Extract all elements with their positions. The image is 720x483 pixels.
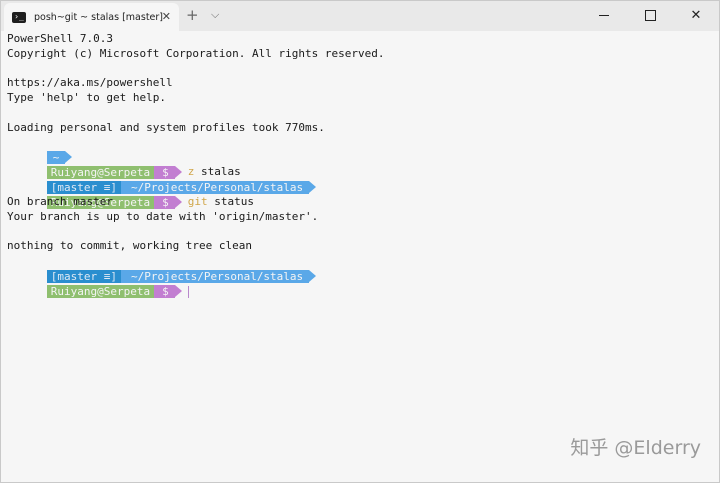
tab-posh-git[interactable]: ›_ posh~git ~ stalas [master] ✕ [4, 3, 179, 31]
user-host-segment: Ruiyang@Serpeta [46, 284, 155, 298]
title-bar: ›_ posh~git ~ stalas [master] ✕ + ⌵ ✕ [1, 1, 719, 31]
powerline-arrow [174, 284, 182, 297]
banner-line: Loading personal and system profiles too… [7, 120, 325, 134]
minimize-icon [599, 14, 609, 16]
output-line: Your branch is up to date with 'origin/m… [7, 209, 319, 223]
banner-line: PowerShell 7.0.3 [7, 32, 113, 45]
close-window-button[interactable]: ✕ [673, 1, 719, 29]
output-line: On branch master [7, 194, 113, 208]
powershell-icon: ›_ [12, 11, 26, 23]
prompt-line: Ruiyang@Serpeta $ [7, 269, 713, 298]
tab-title: posh~git ~ stalas [master] [34, 11, 164, 23]
banner-line: Copyright (c) Microsoft Corporation. All… [7, 46, 385, 60]
prompt-location-line: ~ [7, 136, 713, 165]
prompt-line: Ruiyang@Serpeta $ git status [7, 180, 713, 209]
git-location-line: [master ≡] ~/Projects/Personal/stalas [7, 165, 713, 194]
git-location-line: [master ≡] ~/Projects/Personal/stalas [7, 254, 713, 283]
maximize-icon [644, 9, 656, 21]
banner-line: Type 'help' to get help. [7, 91, 166, 105]
prompt-line: Ruiyang@Serpeta $ z stalas [7, 150, 713, 180]
minimize-button[interactable] [581, 1, 627, 29]
terminal-output[interactable]: PowerShell 7.0.3 Copyright (c) Microsoft… [7, 32, 713, 482]
close-tab-icon[interactable]: ✕ [162, 10, 171, 23]
banner-line [7, 106, 713, 121]
new-tab-button[interactable]: + [186, 6, 199, 24]
watermark: 知乎 @Elderry [570, 437, 701, 459]
dollar-segment: $ [154, 284, 175, 298]
text-cursor[interactable] [187, 285, 189, 298]
terminal-window: ›_ posh~git ~ stalas [master] ✕ + ⌵ ✕ Po… [0, 0, 720, 483]
chevron-down-icon[interactable]: ⌵ [211, 8, 219, 22]
maximize-button[interactable] [627, 1, 673, 29]
output-line: nothing to commit, working tree clean [7, 239, 253, 253]
banner-line: https://aka.ms/powershell [7, 76, 173, 90]
banner-line [7, 62, 713, 77]
